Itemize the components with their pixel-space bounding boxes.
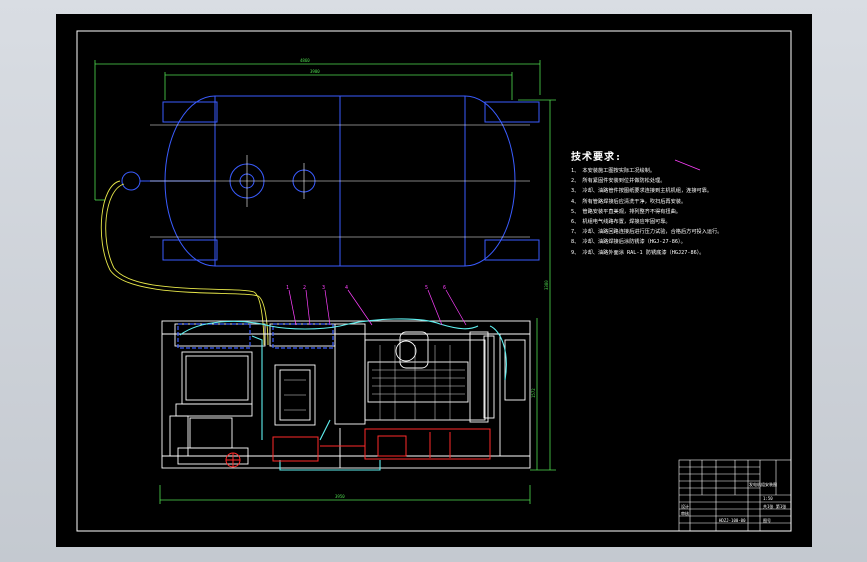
leader-label: 6 xyxy=(443,285,446,291)
note-item: 7、 冷却、油路回路连接后进行压力试验，合格后方可投入运行。 xyxy=(571,229,723,236)
leader-label: 5 xyxy=(425,285,428,291)
title-block-sheet: 共1张 第1张 xyxy=(763,504,787,509)
note-item: 4、 所有管路焊接后应清洗干净，吹扫后再安装。 xyxy=(571,198,687,205)
leader-label: 1 xyxy=(286,285,289,291)
title-block-designer: 设计 xyxy=(681,504,689,509)
engine-details xyxy=(284,345,465,420)
title-block-checker: 审核 xyxy=(681,511,689,516)
note-item: 6、 机组电气线路布置，焊接应牢固可靠。 xyxy=(571,219,671,226)
dimension-texts: 4860 3980 3380 1572 3950 xyxy=(300,58,549,499)
note-item: 2、 所有紧固件安装到位并做防松处理。 xyxy=(571,178,666,185)
title-block-drawing-no: HDZJ-100-00 xyxy=(719,518,746,523)
cad-viewport: 4860 3980 3380 1572 3950 1 2 3 4 5 6 技术要… xyxy=(0,0,867,562)
exhaust-system xyxy=(225,428,491,468)
note-item: 5、 管路安装平直美观，排列整齐不得有扭曲。 xyxy=(571,208,681,215)
dim-inner-top: 3980 xyxy=(310,69,320,74)
dim-bottom-width: 3950 xyxy=(335,494,345,499)
leader-label: 3 xyxy=(322,285,325,291)
title-block-scale: 1:50 xyxy=(763,496,773,501)
title-block: 发电机组安装图 1:50 共1张 第1张 HDZJ-100-00 图号 设计 审… xyxy=(679,460,791,530)
notes-title: 技术要求: xyxy=(571,152,623,163)
dim-overall-top: 4860 xyxy=(300,58,310,63)
dim-right-height-lower: 1572 xyxy=(531,388,536,398)
dim-right-height: 3380 xyxy=(544,280,549,290)
title-block-unit: 图号 xyxy=(763,518,771,523)
leader-label: 2 xyxy=(303,285,306,291)
leader-label: 4 xyxy=(345,285,348,291)
note-item: 1、 本安装施工图按实际工况绘制。 xyxy=(571,168,656,174)
radiator-modules xyxy=(177,323,334,349)
dimension-lines xyxy=(94,60,556,504)
note-item: 8、 冷却、油路焊接后涂防锈漆（HGJ-27-86）。 xyxy=(571,239,686,246)
note-item: 9、 冷却、油路外面涂 RAL-1 防锈底漆（HGJ27-86）。 xyxy=(571,249,705,256)
fuel-pipe xyxy=(100,180,269,346)
technical-requirements: 技术要求: 1、 本安装施工图按实际工况绘制。 2、 所有紧固件安装到位并做防松… xyxy=(571,148,791,258)
balloon-labels: 1 2 3 4 5 6 xyxy=(286,285,446,291)
title-block-drawing-name: 发电机组安装图 xyxy=(749,482,777,487)
coolant-pipe xyxy=(179,318,507,471)
note-item: 3、 冷却、油路管件按图纸要求连接到主机机组，连接可靠。 xyxy=(571,188,713,195)
